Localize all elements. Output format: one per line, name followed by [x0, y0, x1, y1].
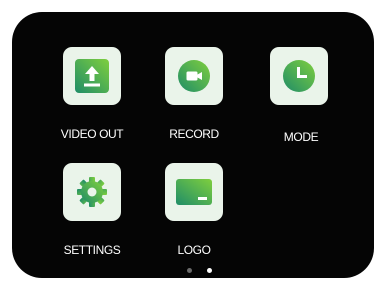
settings-label[interactable]: SETTINGS [64, 243, 121, 257]
video-out-label[interactable]: VIDEO OUT [61, 127, 124, 141]
video-out-tile[interactable] [63, 47, 121, 105]
logo-screen-icon [176, 177, 212, 207]
gear-icon [75, 175, 109, 209]
mode-label[interactable]: MODE [284, 130, 319, 144]
record-camera-icon [177, 59, 211, 93]
mode-tile[interactable] [270, 47, 328, 105]
record-label[interactable]: RECORD [169, 127, 219, 141]
clock-icon [282, 59, 316, 93]
record-tile[interactable] [165, 47, 223, 105]
settings-tile[interactable] [63, 163, 121, 221]
upload-icon [75, 59, 109, 93]
logo-label[interactable]: LOGO [177, 243, 210, 257]
page-dot-2[interactable] [207, 268, 212, 273]
logo-tile[interactable] [165, 163, 223, 221]
page-dot-1[interactable] [187, 268, 192, 273]
device-frame: VIDEO OUT RECORD MODE SETTINGS LOGO [2, 2, 379, 283]
menu-screen: VIDEO OUT RECORD MODE SETTINGS LOGO [12, 12, 374, 278]
